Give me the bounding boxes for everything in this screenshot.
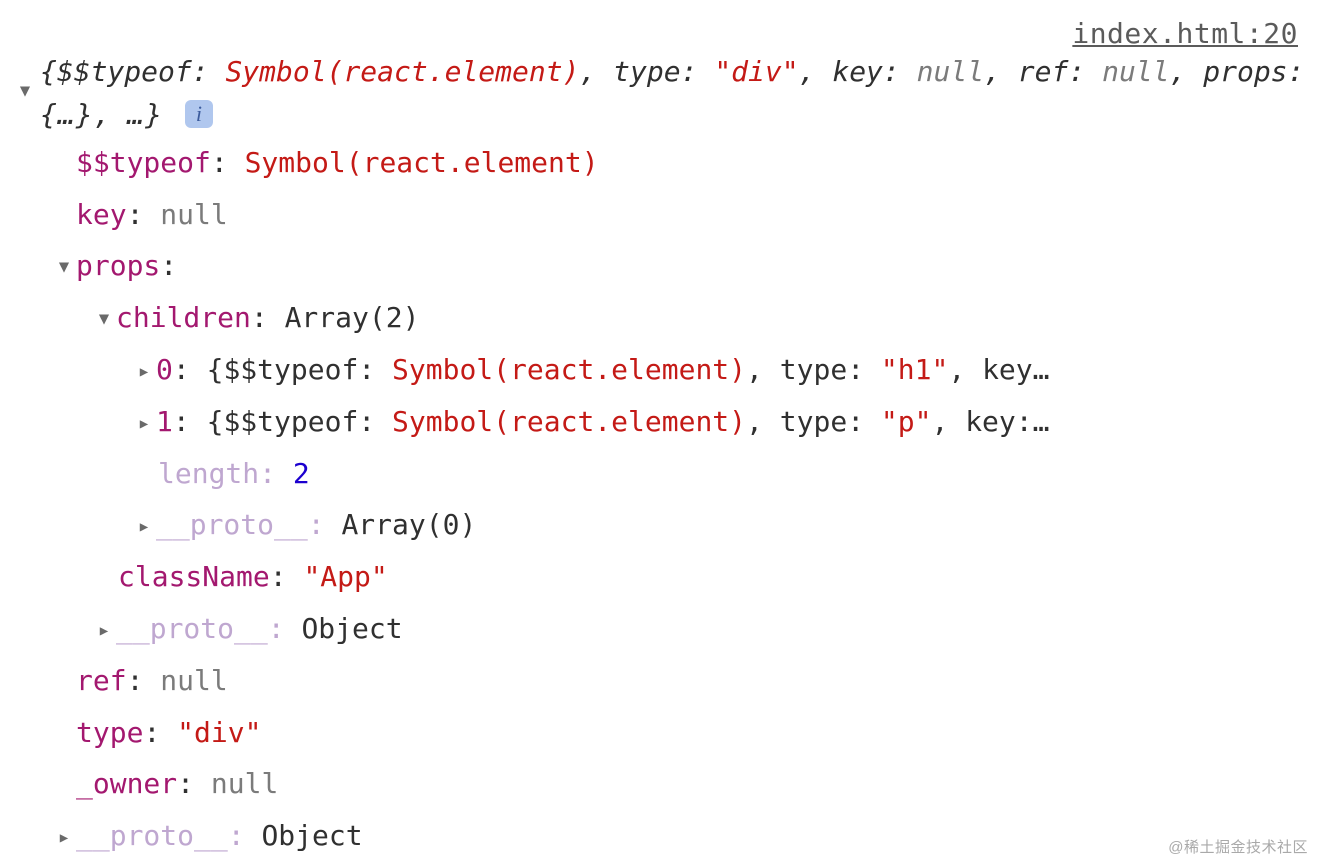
row-children-proto[interactable]: __proto__: Array(0) bbox=[10, 499, 1312, 551]
child0-type-key: type bbox=[780, 353, 847, 386]
children-key: children bbox=[116, 301, 251, 334]
children-proto-val: Array(0) bbox=[341, 508, 476, 541]
ref-key: ref bbox=[76, 664, 127, 697]
header-typeof-val: Symbol(react.element) bbox=[225, 55, 579, 88]
child0-typeof-key: $$typeof bbox=[223, 353, 358, 386]
owner-val: null bbox=[211, 767, 278, 800]
header-type-val: "div" bbox=[714, 55, 798, 88]
props-key: props bbox=[76, 249, 160, 282]
root-proto-val: Object bbox=[261, 819, 362, 852]
row-type[interactable]: type: "div" bbox=[10, 707, 1312, 759]
header-props-key: props bbox=[1203, 55, 1287, 88]
expand-arrow-right-icon[interactable] bbox=[132, 401, 156, 445]
typeof-key: $$typeof bbox=[76, 146, 211, 179]
expand-arrow-right-icon[interactable] bbox=[132, 349, 156, 393]
header-key-val: null bbox=[917, 55, 984, 88]
key-key: key bbox=[76, 198, 127, 231]
watermark: @稀土掘金技术社区 bbox=[1168, 834, 1308, 862]
type-key: type bbox=[76, 716, 143, 749]
row-typeof[interactable]: $$typeof: Symbol(react.element) bbox=[10, 137, 1312, 189]
row-child-0[interactable]: 0: {$$typeof: Symbol(react.element), typ… bbox=[10, 344, 1312, 396]
row-ref[interactable]: ref: null bbox=[10, 655, 1312, 707]
expand-arrow-right-icon[interactable] bbox=[52, 815, 76, 859]
child0-index: 0 bbox=[156, 353, 173, 386]
brace-close: } bbox=[145, 98, 162, 131]
child1-typeof-key: $$typeof bbox=[223, 405, 358, 438]
info-icon[interactable]: i bbox=[185, 100, 213, 128]
type-val: "div" bbox=[177, 716, 261, 749]
row-length[interactable]: length: 2 bbox=[10, 448, 1312, 500]
length-val: 2 bbox=[293, 457, 310, 490]
child0-rest: key… bbox=[982, 353, 1049, 386]
object-summary[interactable]: ▼ {$$typeof: Symbol(react.element), type… bbox=[10, 50, 1312, 137]
row-props-proto[interactable]: __proto__: Object bbox=[10, 603, 1312, 655]
classname-val: "App" bbox=[303, 560, 387, 593]
key-val: null bbox=[160, 198, 227, 231]
child1-type-val: "p" bbox=[881, 405, 932, 438]
row-children[interactable]: children: Array(2) bbox=[10, 292, 1312, 344]
length-key: length bbox=[158, 457, 259, 490]
expand-arrow-down-icon[interactable]: ▼ bbox=[10, 50, 40, 137]
ref-val: null bbox=[160, 664, 227, 697]
child1-type-key: type bbox=[780, 405, 847, 438]
row-owner[interactable]: _owner: null bbox=[10, 758, 1312, 810]
row-child-1[interactable]: 1: {$$typeof: Symbol(react.element), typ… bbox=[10, 396, 1312, 448]
child0-type-val: "h1" bbox=[881, 353, 948, 386]
child1-typeof-val: Symbol(react.element) bbox=[392, 405, 746, 438]
classname-key: className bbox=[118, 560, 270, 593]
row-key[interactable]: key: null bbox=[10, 189, 1312, 241]
child0-typeof-val: Symbol(react.element) bbox=[392, 353, 746, 386]
header-props-val: {…} bbox=[40, 98, 94, 131]
header-ellipsis: … bbox=[127, 98, 145, 131]
root-proto-key: __proto__ bbox=[76, 819, 228, 852]
children-proto-key: __proto__ bbox=[156, 508, 308, 541]
row-root-proto[interactable]: __proto__: Object bbox=[10, 810, 1312, 862]
expand-arrow-down-icon[interactable] bbox=[52, 245, 76, 289]
header-key-key: key bbox=[832, 55, 883, 88]
props-proto-val: Object bbox=[301, 612, 402, 645]
child1-rest: key:… bbox=[965, 405, 1049, 438]
expand-arrow-right-icon[interactable] bbox=[92, 608, 116, 652]
header-type-key: type bbox=[613, 55, 680, 88]
row-classname[interactable]: className: "App" bbox=[10, 551, 1312, 603]
header-typeof-key: $$typeof bbox=[57, 55, 192, 88]
expand-arrow-down-icon[interactable] bbox=[92, 297, 116, 341]
children-val: Array(2) bbox=[285, 301, 420, 334]
owner-key: _owner bbox=[76, 767, 177, 800]
expand-arrow-right-icon[interactable] bbox=[132, 504, 156, 548]
typeof-val: Symbol(react.element) bbox=[245, 146, 599, 179]
props-proto-key: __proto__ bbox=[116, 612, 268, 645]
child1-index: 1 bbox=[156, 405, 173, 438]
row-props[interactable]: props: bbox=[10, 240, 1312, 292]
header-ref-val: null bbox=[1102, 55, 1169, 88]
brace-open: { bbox=[40, 55, 57, 88]
header-ref-key: ref bbox=[1018, 55, 1069, 88]
console-output: ▼ {$$typeof: Symbol(react.element), type… bbox=[10, 50, 1312, 862]
